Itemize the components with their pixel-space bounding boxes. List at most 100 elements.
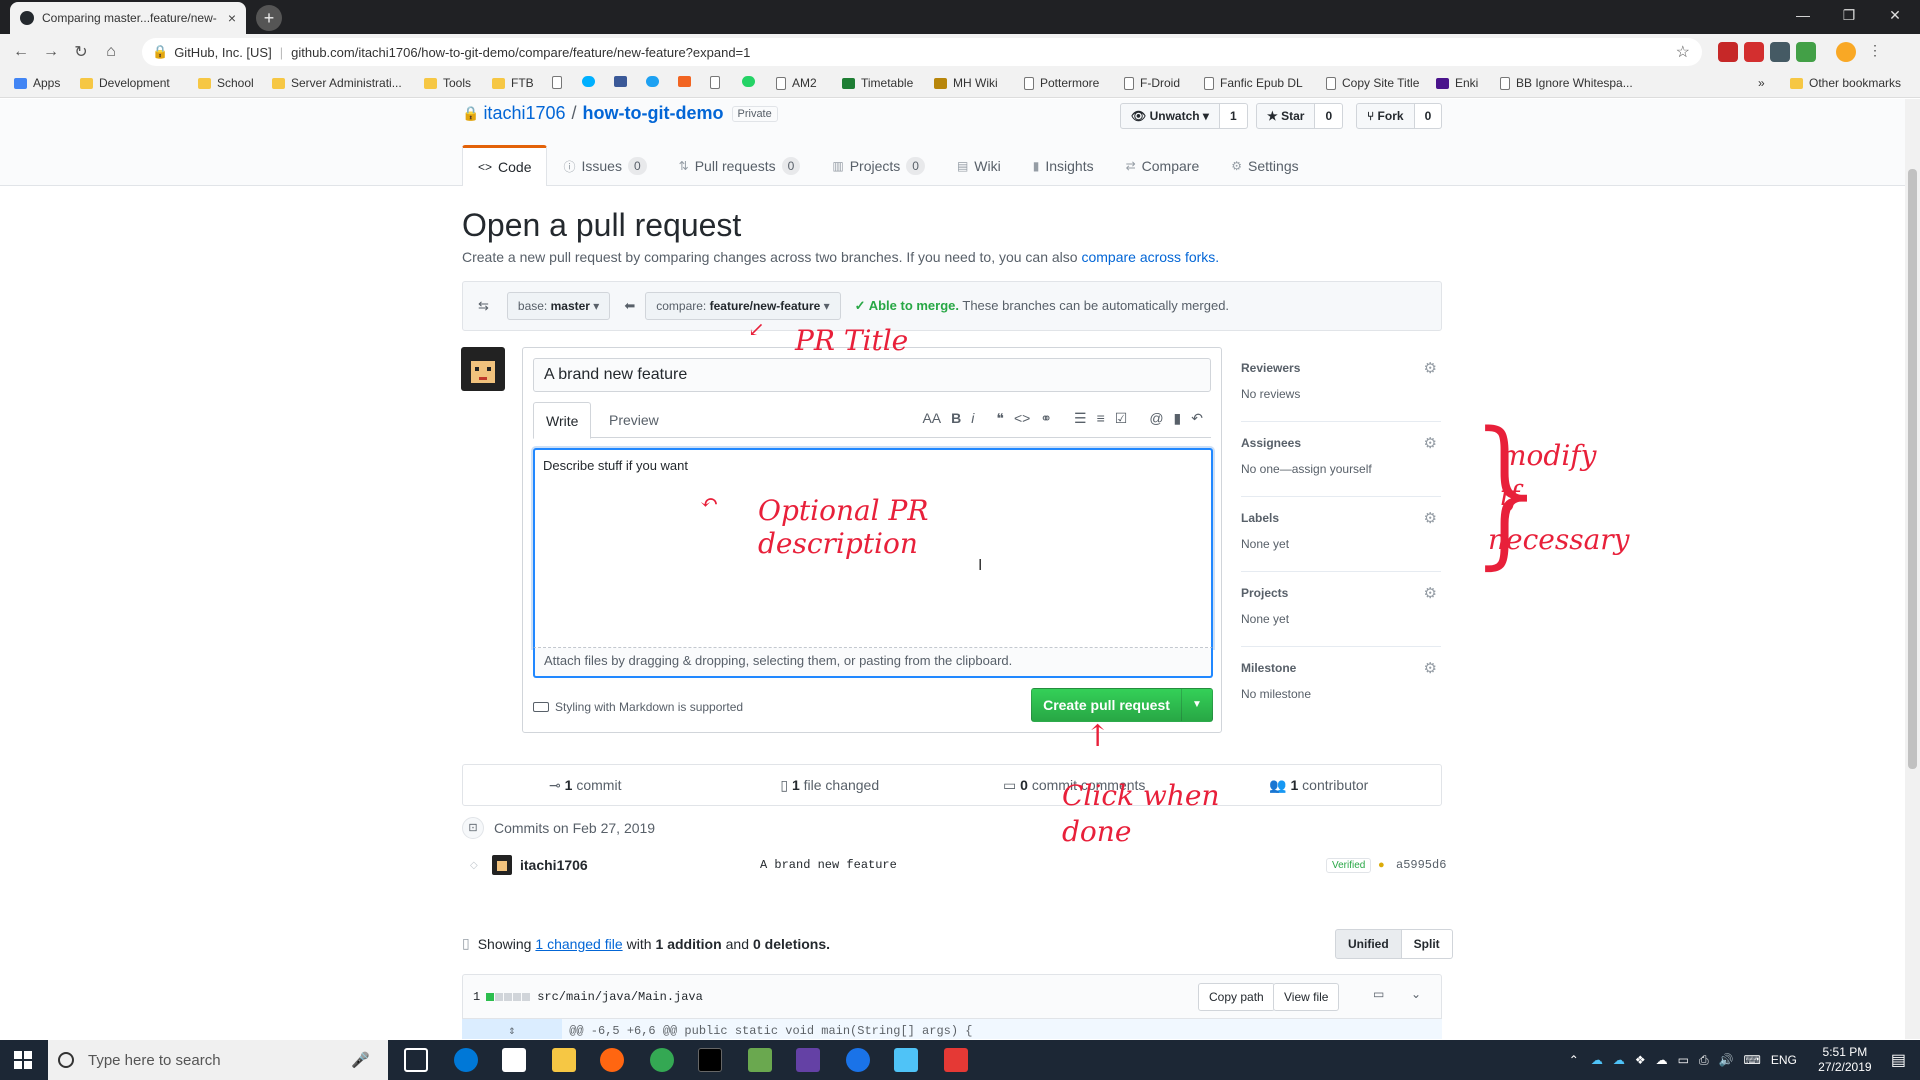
dropbox-icon[interactable]: ❖ (1635, 1053, 1646, 1067)
bookmark-fdroid[interactable]: F-Droid (1124, 76, 1180, 90)
extension-icon[interactable] (1770, 42, 1790, 62)
bookmark-mhwiki[interactable]: MH Wiki (934, 76, 998, 90)
extension-icon[interactable] (1718, 42, 1738, 62)
bookmark-site[interactable] (582, 76, 601, 87)
close-window-icon[interactable]: ✕ (1872, 0, 1918, 30)
fork-button[interactable]: ⑂ Fork (1356, 103, 1415, 129)
tab-issues[interactable]: ⓘ Issues 0 (547, 145, 662, 186)
commit-message[interactable]: A brand new feature (760, 858, 897, 872)
bookmark-twitter[interactable] (646, 76, 665, 87)
tab-code[interactable]: <> Code (462, 145, 548, 186)
chevron-down-icon[interactable]: ⌄ (1411, 987, 1421, 1001)
bookmark-page[interactable] (710, 76, 726, 89)
status-dot-icon[interactable]: ● (1378, 859, 1385, 871)
bookmark-icon[interactable]: ▮ (1174, 410, 1182, 427)
reply-icon[interactable]: ↶ (1191, 410, 1203, 427)
cloud-icon[interactable]: ☁ (1656, 1053, 1668, 1067)
onedrive-icon[interactable]: ☁ (1613, 1053, 1625, 1067)
tab-insights[interactable]: ▮ Insights (1017, 145, 1110, 186)
language-indicator[interactable]: ENG (1771, 1053, 1797, 1067)
link-icon[interactable]: ⚭ (1040, 410, 1052, 427)
bookmark-site[interactable] (678, 76, 697, 87)
gear-icon[interactable]: ⚙ (1424, 434, 1437, 452)
bookmark-pottermore[interactable]: Pottermore (1024, 76, 1099, 90)
task-view-icon[interactable] (404, 1048, 428, 1072)
gear-icon[interactable]: ⚙ (1424, 584, 1437, 602)
home-icon[interactable]: ⌂ (96, 43, 126, 61)
notion-icon[interactable] (698, 1048, 722, 1072)
keyboard-icon[interactable]: ⌨ (1744, 1053, 1761, 1067)
commit-author[interactable]: itachi1706 (520, 857, 760, 873)
chrome-icon[interactable] (650, 1048, 674, 1072)
profile-avatar-icon[interactable] (1836, 42, 1856, 62)
repo-name-link[interactable]: how-to-git-demo (583, 103, 724, 124)
copy-path-button[interactable]: Copy path (1198, 983, 1275, 1011)
create-pull-request-button[interactable]: Create pull request ▼ (1031, 688, 1213, 722)
task-list-icon[interactable]: ☑ (1115, 410, 1128, 427)
numbered-list-icon[interactable]: ≡ (1097, 410, 1105, 427)
view-file-button[interactable]: View file (1273, 983, 1340, 1011)
bookmarks-overflow[interactable]: » (1758, 76, 1765, 90)
mention-icon[interactable]: @ (1149, 410, 1163, 427)
minecraft-icon[interactable] (748, 1048, 772, 1072)
chevron-up-icon[interactable]: ⌃ (1569, 1053, 1579, 1067)
unified-button[interactable]: Unified (1335, 929, 1402, 959)
volume-icon[interactable]: 🔊 (1719, 1053, 1734, 1067)
bookmark-page[interactable] (552, 76, 568, 89)
bold-icon[interactable]: B (951, 410, 961, 427)
other-bookmarks[interactable]: Other bookmarks (1790, 76, 1901, 90)
bookmark-facebook[interactable] (614, 76, 633, 87)
tab-settings[interactable]: ⚙ Settings (1215, 145, 1314, 186)
bookmark-am2[interactable]: AM2 (776, 76, 817, 90)
bookmark-copytitle[interactable]: Copy Site Title (1326, 76, 1419, 90)
star-button[interactable]: ★ Star (1256, 103, 1316, 129)
verified-badge[interactable]: Verified (1326, 857, 1372, 873)
bookmark-folder[interactable]: Development (80, 76, 170, 90)
bookmark-fanfic[interactable]: Fanfic Epub DL (1204, 76, 1303, 90)
bookmark-enki[interactable]: Enki (1436, 76, 1478, 90)
new-tab-button[interactable]: + (256, 5, 282, 31)
expand-icon[interactable]: ⇕ (462, 1019, 562, 1039)
bookmark-timetable[interactable]: Timetable (842, 76, 913, 90)
tab-projects[interactable]: ▥ Projects 0 (816, 145, 941, 186)
extension-icon[interactable] (1796, 42, 1816, 62)
tab-write[interactable]: Write (533, 402, 592, 439)
edge-icon[interactable] (454, 1048, 478, 1072)
battery-icon[interactable]: ▭ (1678, 1053, 1689, 1067)
bookmark-folder[interactable]: FTB (492, 76, 534, 90)
browser-tab[interactable]: Comparing master...feature/new- × (10, 2, 246, 34)
summary-contributors[interactable]: 👥 1 contributor (1197, 765, 1442, 805)
tab-preview[interactable]: Preview (597, 402, 671, 439)
extension-icon[interactable] (1744, 42, 1764, 62)
file-explorer-icon[interactable] (552, 1048, 576, 1072)
scrollbar-thumb[interactable] (1908, 169, 1917, 769)
clock[interactable]: 5:51 PM 27/2/2019 (1805, 1045, 1885, 1075)
tab-pull-requests[interactable]: ⇅ Pull requests 0 (663, 145, 817, 186)
pr-title-input[interactable] (533, 358, 1211, 392)
watch-count[interactable]: 1 (1219, 103, 1248, 129)
tab-close-icon[interactable]: × (228, 10, 236, 26)
store-icon[interactable] (502, 1048, 526, 1072)
firefox-icon[interactable] (600, 1048, 624, 1072)
menu-icon[interactable]: ⋮ (1868, 42, 1882, 62)
bookmark-folder[interactable]: Server Administrati... (272, 76, 402, 90)
microphone-icon[interactable]: 🎤 (351, 1051, 370, 1069)
url-bar[interactable]: 🔒 GitHub, Inc. [US] | github.com/itachi1… (142, 38, 1702, 66)
taskbar-search[interactable]: Type here to search 🎤 (48, 1040, 388, 1080)
summary-commits[interactable]: ⊸ 1 commit (463, 765, 708, 805)
sidebar-value[interactable]: No one—assign yourself (1241, 462, 1372, 476)
header-text-icon[interactable]: AA (922, 410, 941, 427)
gear-icon[interactable]: ⚙ (1424, 359, 1437, 377)
summary-files[interactable]: ▯ 1 file changed (708, 765, 953, 805)
app-icon[interactable] (894, 1048, 918, 1072)
minimize-icon[interactable]: — (1780, 0, 1826, 30)
restore-icon[interactable]: ❐ (1826, 0, 1872, 30)
bulleted-list-icon[interactable]: ☰ (1074, 410, 1087, 427)
tab-compare[interactable]: ⇄ Compare (1110, 145, 1216, 186)
bookmark-folder[interactable]: Tools (424, 76, 471, 90)
create-pull-request-label[interactable]: Create pull request (1032, 689, 1182, 721)
notification-icon[interactable]: ▤ (1891, 1050, 1906, 1070)
fork-count[interactable]: 0 (1414, 103, 1443, 129)
split-button[interactable]: Split (1401, 929, 1453, 959)
display-icon[interactable]: ▭ (1373, 987, 1384, 1001)
